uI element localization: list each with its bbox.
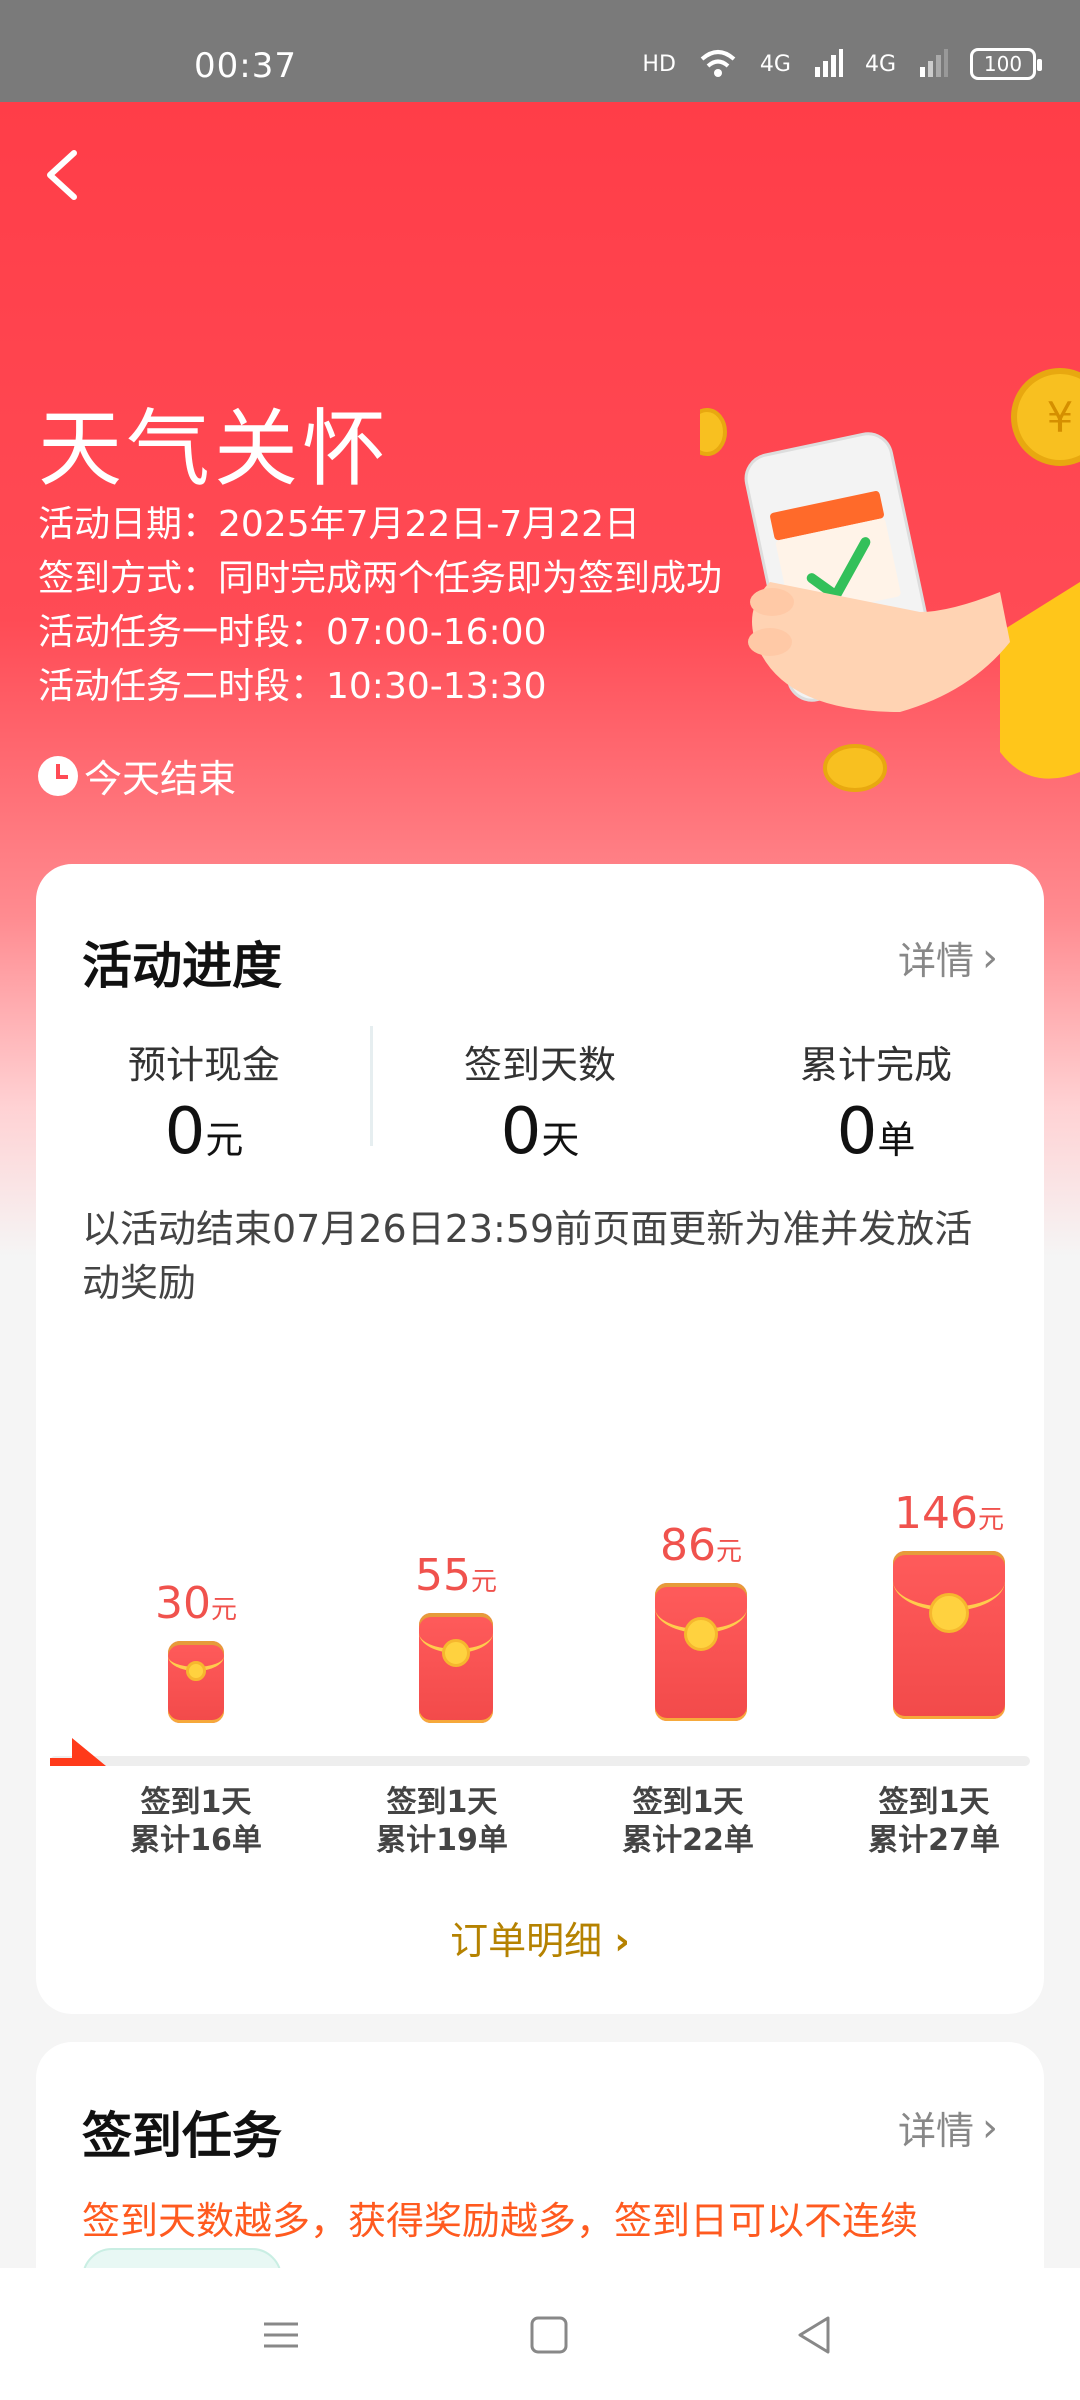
milestone-2-condition: 签到1天 累计19单 — [342, 1784, 542, 1860]
milestone-4[interactable]: 146元 — [844, 1488, 1054, 1719]
milestone-amount: 30元 — [116, 1578, 276, 1629]
amount-unit: 元 — [470, 1567, 497, 1597]
battery-icon: 100 — [970, 48, 1042, 80]
detail-label: 详情 — [897, 939, 974, 983]
progress-title: 活动进度 — [82, 937, 282, 995]
stat-cash: 预计现金 0元 — [36, 1034, 372, 1169]
end-text: 今天结束 — [84, 757, 237, 801]
signal-4g-icon-2: 4G — [864, 51, 896, 77]
activity-progress-card: 活动进度 详情 › 预计现金 0元 签到天数 0天 累计完成 0单 以活动结束0… — [36, 864, 1044, 2014]
status-icons: HD 4G 4G 100 — [642, 48, 1042, 80]
hd-icon: HD — [642, 51, 676, 77]
stat-label: 签到天数 — [463, 1043, 616, 1087]
amount-unit: 元 — [210, 1595, 237, 1625]
chevron-right-icon: › — [614, 1919, 630, 1963]
signin-method: 签到方式：同时完成两个任务即为签到成功 — [38, 558, 723, 599]
stat-value: 0单 — [708, 1095, 1044, 1169]
signal-bars-icon — [814, 49, 843, 77]
wifi-icon — [700, 50, 736, 77]
amount-value: 86 — [659, 1520, 716, 1571]
signal-bars-icon-2 — [920, 49, 948, 77]
condition-orders: 累计16单 — [130, 1823, 262, 1858]
stat-unit: 单 — [877, 1118, 916, 1162]
order-link-label: 订单明细 — [450, 1919, 603, 1963]
milestone-amount: 55元 — [366, 1550, 546, 1601]
milestone-1-condition: 签到1天 累计16单 — [96, 1784, 296, 1860]
milestone-amount: 86元 — [606, 1520, 796, 1571]
stat-unit: 天 — [541, 1118, 580, 1162]
stat-number: 0 — [500, 1095, 542, 1169]
activity-info: 活动日期：2025年7月22日-7月22日 签到方式：同时完成两个任务即为签到成… — [38, 498, 722, 714]
task2-period: 活动任务二时段：10:30-13:30 — [38, 666, 547, 707]
end-time-label: 今天结束 — [38, 748, 236, 803]
signal-4g-icon: 4G — [759, 51, 791, 77]
condition-days: 签到1天 — [878, 1785, 990, 1820]
amount-value: 30 — [154, 1578, 211, 1629]
condition-days: 签到1天 — [386, 1785, 498, 1820]
condition-days: 签到1天 — [140, 1785, 252, 1820]
stats-divider — [370, 1026, 373, 1146]
stat-number: 0 — [836, 1095, 878, 1169]
chevron-right-icon: › — [982, 934, 998, 981]
milestone-2[interactable]: 55元 — [366, 1550, 546, 1723]
system-nav-bar — [0, 2268, 1080, 2400]
status-bar: 00:37 HD 4G 4G 100 — [0, 0, 1080, 102]
milestone-4-condition: 签到1天 累计27单 — [834, 1784, 1034, 1860]
stat-value: 0天 — [372, 1095, 708, 1169]
stat-value: 0元 — [36, 1095, 372, 1169]
condition-orders: 累计27单 — [868, 1823, 1000, 1858]
red-envelope-icon — [893, 1551, 1005, 1719]
amount-unit: 元 — [715, 1537, 742, 1567]
reward-note: 以活动结束07月26日23:59前页面更新为准并发放活动奖励 — [82, 1207, 973, 1305]
stat-days: 签到天数 0天 — [372, 1034, 708, 1169]
home-square-icon[interactable] — [524, 2310, 574, 2360]
menu-icon[interactable] — [256, 2310, 306, 2360]
progress-detail-link[interactable]: 详情 › — [898, 930, 998, 985]
order-detail-link[interactable]: 订单明细 › — [36, 1910, 1044, 1965]
red-envelope-icon — [419, 1613, 493, 1723]
task-title: 签到任务 — [82, 2107, 282, 2165]
amount-value: 55 — [414, 1550, 471, 1601]
back-arrow-icon[interactable] — [36, 145, 96, 205]
stat-orders: 累计完成 0单 — [708, 1034, 1044, 1169]
task1-period: 活动任务一时段：07:00-16:00 — [38, 612, 547, 653]
amount-unit: 元 — [977, 1505, 1004, 1535]
progress-track — [50, 1756, 1030, 1766]
phone-illustration: ¥ — [700, 368, 1080, 792]
page-title: 天气关怀 — [38, 400, 391, 498]
status-time: 00:37 — [194, 46, 297, 86]
progress-start-flag-icon — [50, 1738, 106, 1766]
stat-label: 预计现金 — [127, 1043, 280, 1087]
svg-text:¥: ¥ — [1047, 393, 1074, 442]
condition-orders: 累计22单 — [622, 1823, 754, 1858]
stat-label: 累计完成 — [799, 1043, 952, 1087]
clock-icon — [38, 755, 78, 796]
stat-number: 0 — [164, 1095, 206, 1169]
milestone-amount: 146元 — [844, 1488, 1054, 1539]
milestone-3[interactable]: 86元 — [606, 1520, 796, 1721]
condition-days: 签到1天 — [632, 1785, 744, 1820]
stats-row: 预计现金 0元 签到天数 0天 累计完成 0单 — [36, 1034, 1044, 1169]
red-envelope-icon — [655, 1583, 747, 1721]
red-envelope-icon — [168, 1641, 224, 1723]
task-subtitle: 签到天数越多，获得奖励越多，签到日可以不连续 — [82, 2199, 919, 2243]
task-detail-link[interactable]: 详情 › — [898, 2100, 998, 2155]
milestone-1[interactable]: 30元 — [116, 1578, 276, 1723]
amount-value: 146 — [894, 1488, 978, 1539]
milestone-3-condition: 签到1天 累计22单 — [588, 1784, 788, 1860]
stat-unit: 元 — [205, 1118, 244, 1162]
condition-orders: 累计19单 — [376, 1823, 508, 1858]
back-triangle-icon[interactable] — [790, 2310, 840, 2360]
activity-date: 活动日期：2025年7月22日-7月22日 — [38, 504, 641, 545]
detail-label: 详情 — [897, 2109, 974, 2153]
chevron-right-icon: › — [982, 2104, 998, 2151]
